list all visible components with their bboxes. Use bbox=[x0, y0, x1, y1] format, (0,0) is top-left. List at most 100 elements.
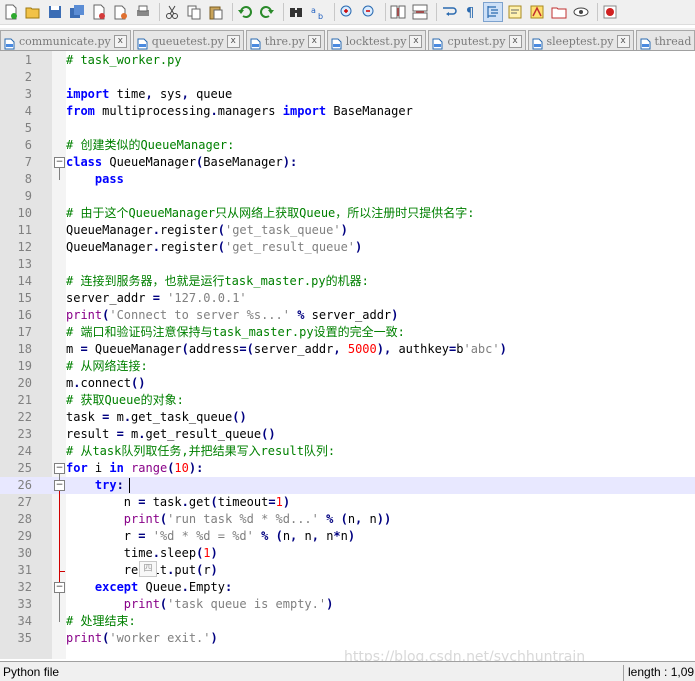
code-line[interactable]: 18m = QueueManager(address=(server_addr,… bbox=[0, 341, 695, 358]
code-text[interactable]: # 从task队列取任务,并把结果写入result队列: bbox=[66, 443, 335, 460]
code-text[interactable]: QueueManager.register('get_result_queue'… bbox=[66, 239, 362, 256]
code-line[interactable]: 6# 创建类似的QueueManager: bbox=[0, 137, 695, 154]
new-file-icon[interactable] bbox=[2, 3, 20, 21]
code-text[interactable]: # 端口和验证码注意保持与task_master.py设置的完全一致: bbox=[66, 324, 405, 341]
cut-icon[interactable] bbox=[163, 3, 181, 21]
monitoring-icon[interactable] bbox=[572, 3, 590, 21]
tab-close-button[interactable]: x bbox=[114, 35, 127, 48]
code-line[interactable]: 11QueueManager.register('get_task_queue'… bbox=[0, 222, 695, 239]
code-text[interactable]: n = task.get(timeout=1) bbox=[66, 494, 290, 511]
code-text[interactable]: r = '%d * %d = %d' % (n, n, n*n) bbox=[66, 528, 355, 545]
function-list-icon[interactable] bbox=[528, 3, 546, 21]
code-line[interactable]: 16print('Connect to server %s...' % serv… bbox=[0, 307, 695, 324]
code-text[interactable]: from multiprocessing.managers import Bas… bbox=[66, 103, 413, 120]
code-editor[interactable]: 1# task_worker.py23import time, sys, que… bbox=[0, 51, 695, 659]
code-line[interactable]: 34# 处理结束: bbox=[0, 613, 695, 630]
tab-communicate-py[interactable]: communicate.pyx bbox=[0, 30, 131, 51]
find-icon[interactable] bbox=[287, 3, 305, 21]
tab-close-button[interactable]: x bbox=[308, 35, 321, 48]
code-line[interactable]: 2 bbox=[0, 69, 695, 86]
open-file-icon[interactable] bbox=[24, 3, 42, 21]
code-text[interactable]: pass bbox=[66, 171, 124, 188]
code-text[interactable]: QueueManager.register('get_task_queue') bbox=[66, 222, 348, 239]
tab-close-button[interactable]: x bbox=[617, 35, 630, 48]
code-line[interactable]: 3import time, sys, queue bbox=[0, 86, 695, 103]
close-all-icon[interactable] bbox=[112, 3, 130, 21]
code-line[interactable]: 24# 从task队列取任务,并把结果写入result队列: bbox=[0, 443, 695, 460]
code-text[interactable]: task = m.get_task_queue() bbox=[66, 409, 247, 426]
copy-icon[interactable] bbox=[185, 3, 203, 21]
tab-thread[interactable]: thread bbox=[636, 30, 695, 51]
tab-close-button[interactable]: x bbox=[509, 35, 522, 48]
word-wrap-icon[interactable] bbox=[440, 3, 458, 21]
code-line[interactable]: 4from multiprocessing.managers import Ba… bbox=[0, 103, 695, 120]
code-text[interactable]: print('worker exit.') bbox=[66, 630, 218, 647]
code-text[interactable]: for i in range(10): bbox=[66, 460, 203, 477]
code-line[interactable]: 27 n = task.get(timeout=1) bbox=[0, 494, 695, 511]
code-line[interactable]: 28 print('run task %d * %d...' % (n, n)) bbox=[0, 511, 695, 528]
code-text[interactable]: m = QueueManager(address=(server_addr, 5… bbox=[66, 341, 507, 358]
code-text[interactable]: m.connect() bbox=[66, 375, 146, 392]
zoom-out-icon[interactable] bbox=[360, 3, 378, 21]
code-text[interactable]: result = m.get_result_queue() bbox=[66, 426, 276, 443]
code-line[interactable]: 15server_addr = '127.0.0.1' bbox=[0, 290, 695, 307]
code-text[interactable]: # 处理结束: bbox=[66, 613, 136, 630]
code-line[interactable]: 12QueueManager.register('get_result_queu… bbox=[0, 239, 695, 256]
code-text[interactable]: # task_worker.py bbox=[66, 52, 182, 69]
close-icon[interactable] bbox=[90, 3, 108, 21]
code-line[interactable]: 31 result.put(r) bbox=[0, 562, 695, 579]
code-line[interactable]: 7class QueueManager(BaseManager): bbox=[0, 154, 695, 171]
code-text[interactable]: # 从网络连接: bbox=[66, 358, 148, 375]
code-text[interactable]: # 连接到服务器，也就是运行task_master.py的机器: bbox=[66, 273, 369, 290]
fold-toggle-try[interactable]: − bbox=[54, 480, 65, 491]
sync-vertical-icon[interactable] bbox=[389, 3, 407, 21]
code-text[interactable]: # 获取Queue的对象: bbox=[66, 392, 184, 409]
code-line[interactable]: 9 bbox=[0, 188, 695, 205]
code-text[interactable]: # 创建类似的QueueManager: bbox=[66, 137, 234, 154]
fold-toggle-except[interactable]: − bbox=[54, 582, 65, 593]
paste-icon[interactable] bbox=[207, 3, 225, 21]
print-icon[interactable] bbox=[134, 3, 152, 21]
tab-close-button[interactable]: x bbox=[227, 35, 240, 48]
save-icon[interactable] bbox=[46, 3, 64, 21]
show-all-chars-icon[interactable]: ¶ bbox=[462, 3, 480, 21]
record-macro-icon[interactable] bbox=[601, 3, 619, 21]
code-line[interactable]: 33 print('task queue is empty.') bbox=[0, 596, 695, 613]
code-line[interactable]: 22task = m.get_task_queue() bbox=[0, 409, 695, 426]
replace-icon[interactable]: ab bbox=[309, 3, 327, 21]
sync-horizontal-icon[interactable] bbox=[411, 3, 429, 21]
code-line[interactable]: 14# 连接到服务器，也就是运行task_master.py的机器: bbox=[0, 273, 695, 290]
code-text[interactable]: time.sleep(1) bbox=[66, 545, 218, 562]
folder-workspace-icon[interactable] bbox=[550, 3, 568, 21]
code-line[interactable]: 10# 由于这个QueueManager只从网络上获取Queue，所以注册时只提… bbox=[0, 205, 695, 222]
code-line[interactable]: 17# 端口和验证码注意保持与task_master.py设置的完全一致: bbox=[0, 324, 695, 341]
code-line[interactable]: 8 pass bbox=[0, 171, 695, 188]
code-text[interactable]: # 由于这个QueueManager只从网络上获取Queue，所以注册时只提供名… bbox=[66, 205, 475, 222]
tab-cputest-py[interactable]: cputest.pyx bbox=[428, 30, 525, 51]
code-text[interactable]: print('task queue is empty.') bbox=[66, 596, 333, 613]
indent-guide-icon[interactable] bbox=[484, 3, 502, 21]
code-line[interactable]: 20m.connect() bbox=[0, 375, 695, 392]
tab-close-button[interactable]: x bbox=[409, 35, 422, 48]
code-line[interactable]: 13 bbox=[0, 256, 695, 273]
code-line[interactable]: 25for i in range(10): bbox=[0, 460, 695, 477]
tab-queuetest-py[interactable]: queuetest.pyx bbox=[133, 30, 244, 51]
undo-icon[interactable] bbox=[236, 3, 254, 21]
code-text[interactable]: class QueueManager(BaseManager): bbox=[66, 154, 297, 171]
code-line[interactable]: 5 bbox=[0, 120, 695, 137]
code-line[interactable]: 29 r = '%d * %d = %d' % (n, n, n*n) bbox=[0, 528, 695, 545]
save-all-icon[interactable] bbox=[68, 3, 86, 21]
tab-locktest-py[interactable]: locktest.pyx bbox=[327, 30, 427, 51]
fold-toggle-for[interactable]: − bbox=[54, 463, 65, 474]
zoom-in-icon[interactable] bbox=[338, 3, 356, 21]
code-text[interactable]: try: bbox=[66, 477, 124, 494]
code-line[interactable]: 21# 获取Queue的对象: bbox=[0, 392, 695, 409]
code-line[interactable]: 35print('worker exit.') bbox=[0, 630, 695, 647]
code-text[interactable]: server_addr = '127.0.0.1' bbox=[66, 290, 247, 307]
code-text[interactable]: print('Connect to server %s...' % server… bbox=[66, 307, 398, 324]
code-line[interactable]: 32 except Queue.Empty: bbox=[0, 579, 695, 596]
tab-thre-py[interactable]: thre.pyx bbox=[246, 30, 325, 51]
code-text[interactable]: import time, sys, queue bbox=[66, 86, 232, 103]
tab-sleeptest-py[interactable]: sleeptest.pyx bbox=[528, 30, 634, 51]
code-line[interactable]: 23result = m.get_result_queue() bbox=[0, 426, 695, 443]
